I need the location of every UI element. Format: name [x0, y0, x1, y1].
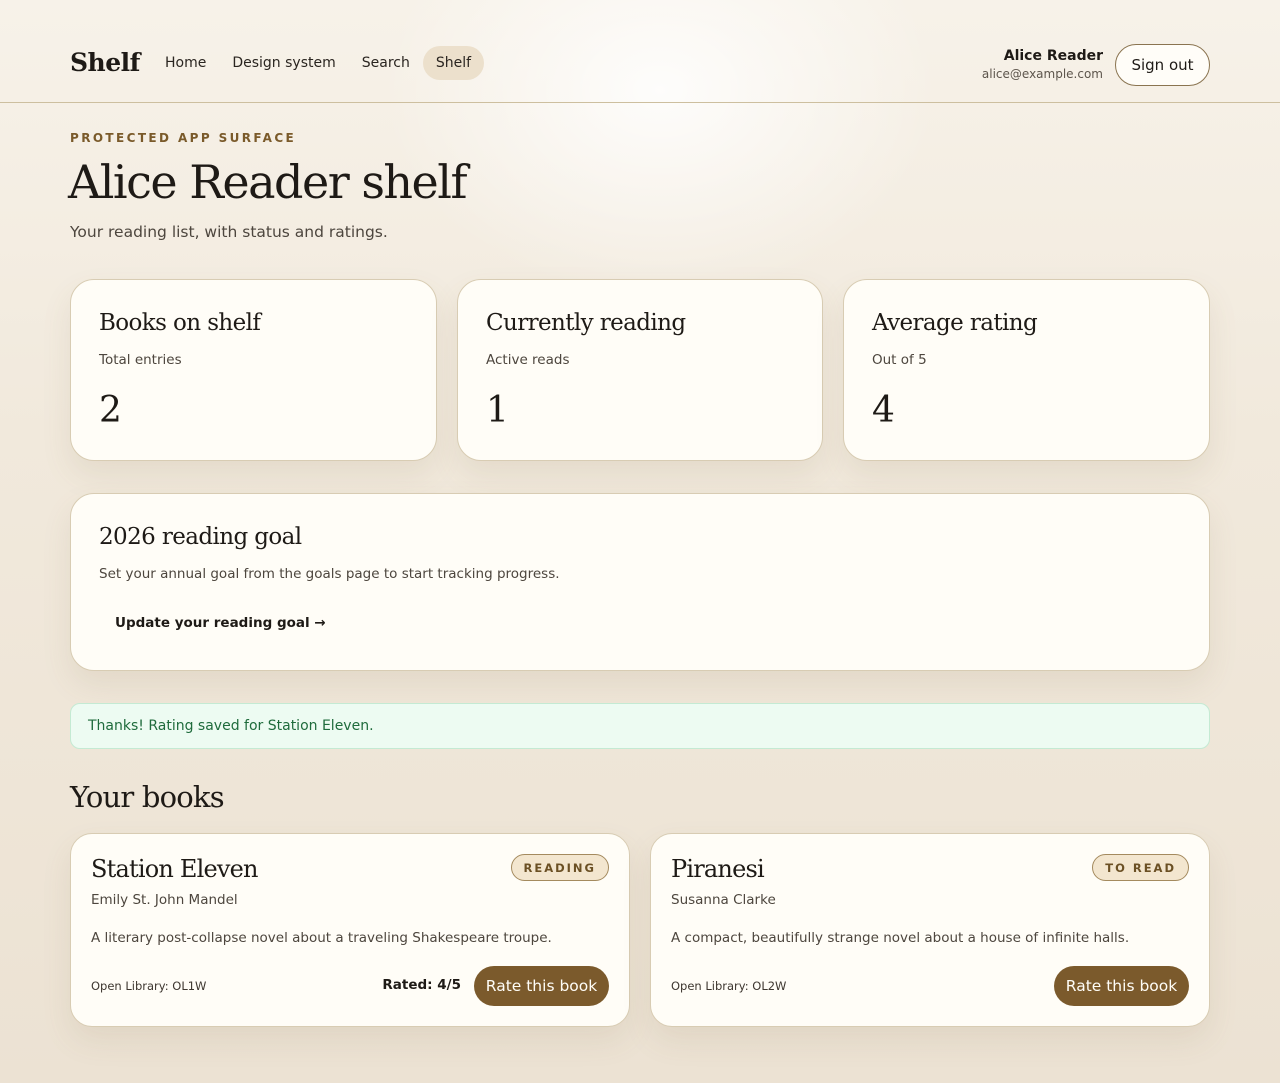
stat-value: 1	[486, 390, 509, 431]
stat-title: Average rating	[872, 310, 1038, 336]
stat-card-average-rating: Average rating Out of 5 4	[843, 279, 1210, 461]
page-eyebrow: PROTECTED APP SURFACE	[70, 131, 297, 145]
nav-item-shelf[interactable]: Shelf	[422, 46, 485, 80]
book-description: A literary post-collapse novel about a t…	[91, 930, 552, 946]
nav-item-design-system[interactable]: Design system	[219, 46, 348, 80]
top-navbar: Shelf Home Design system Search Shelf Al…	[0, 28, 1280, 103]
rate-book-button[interactable]: Rate this book	[474, 966, 609, 1006]
main-nav: Home Design system Search Shelf	[152, 46, 485, 80]
rate-book-button[interactable]: Rate this book	[1054, 966, 1189, 1006]
stat-subtitle: Out of 5	[872, 352, 927, 368]
stat-value: 4	[872, 390, 895, 431]
book-title: Piranesi	[671, 855, 765, 883]
page-subtitle: Your reading list, with status and ratin…	[70, 223, 388, 241]
brand-logo[interactable]: Shelf	[70, 48, 140, 77]
user-name: Alice Reader	[1003, 48, 1103, 64]
stat-title: Books on shelf	[99, 310, 261, 336]
nav-item-home[interactable]: Home	[152, 46, 219, 80]
rating-value: Rated: 4/5	[382, 977, 461, 993]
stat-subtitle: Active reads	[486, 352, 570, 368]
stat-card-currently-reading: Currently reading Active reads 1	[457, 279, 823, 461]
open-library-id: Open Library: OL2W	[671, 979, 787, 993]
status-badge: TO READ	[1092, 854, 1189, 881]
page-title: Alice Reader shelf	[68, 155, 468, 209]
goal-description: Set your annual goal from the goals page…	[99, 566, 560, 582]
sign-out-button[interactable]: Sign out	[1115, 44, 1210, 86]
user-email: alice@example.com	[981, 67, 1103, 81]
book-card-piranesi: Piranesi TO READ Susanna Clarke A compac…	[650, 833, 1210, 1027]
notice-text: Thanks! Rating saved for Station Eleven.	[88, 718, 374, 734]
success-notice: Thanks! Rating saved for Station Eleven.	[70, 703, 1210, 749]
open-library-id: Open Library: OL1W	[91, 979, 207, 993]
stat-value: 2	[99, 390, 122, 431]
book-author: Susanna Clarke	[671, 892, 776, 908]
nav-item-search[interactable]: Search	[349, 46, 423, 80]
user-info: Alice Reader alice@example.com	[982, 48, 1103, 81]
book-author: Emily St. John Mandel	[91, 892, 238, 908]
reading-goal-card: 2026 reading goal Set your annual goal f…	[70, 493, 1210, 671]
stat-card-books-on-shelf: Books on shelf Total entries 2	[70, 279, 437, 461]
book-description: A compact, beautifully strange novel abo…	[671, 930, 1130, 946]
stat-title: Currently reading	[486, 310, 686, 336]
goal-title: 2026 reading goal	[99, 524, 302, 550]
update-goal-link[interactable]: Update your reading goal →	[115, 615, 326, 631]
book-card-station-eleven: Station Eleven READING Emily St. John Ma…	[70, 833, 630, 1027]
book-title: Station Eleven	[91, 855, 258, 883]
books-heading: Your books	[70, 780, 225, 814]
stat-subtitle: Total entries	[99, 352, 182, 368]
status-badge: READING	[510, 854, 609, 881]
